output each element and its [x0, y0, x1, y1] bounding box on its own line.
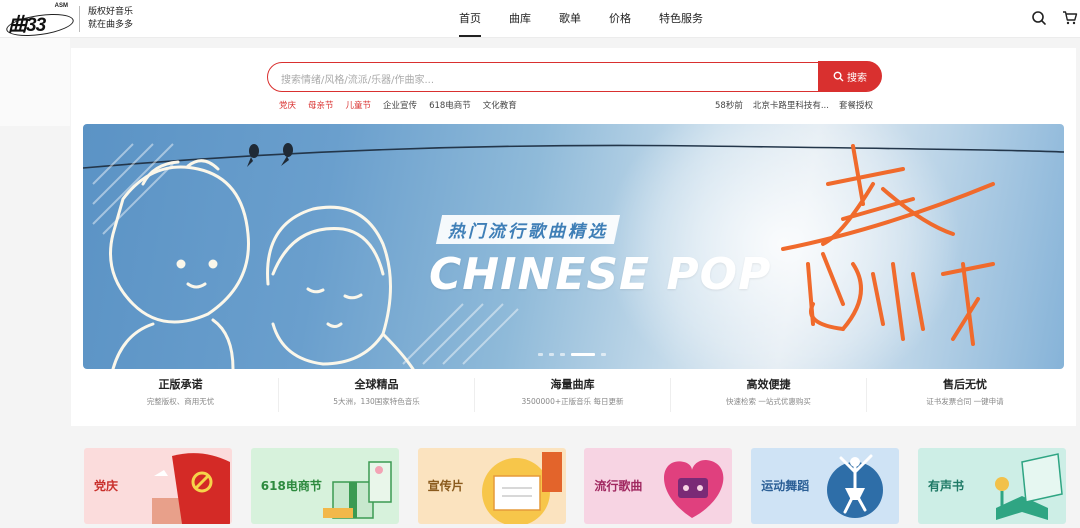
feature-sub: 证书发票合同 一键申请: [926, 397, 1004, 406]
search-button[interactable]: 搜索: [818, 61, 882, 91]
category-card-pop[interactable]: 流行歌曲: [584, 448, 733, 524]
heart-music-icon: [664, 460, 724, 518]
tag-party[interactable]: 党庆: [279, 99, 296, 111]
cart-icon[interactable]: [1062, 10, 1078, 26]
category-card-618[interactable]: 618电商节: [250, 448, 399, 524]
feature-title: 海量曲库: [550, 378, 595, 391]
recent-company: 北京卡路里科技有...: [752, 101, 829, 111]
feature-list: 正版承诺 完整版权、商用无忧 全球精品 5大洲，130国家特色音乐 海量曲库 3…: [83, 378, 1064, 412]
nav-item-services[interactable]: 特色服务: [659, 10, 703, 37]
category-card-party[interactable]: 党庆: [84, 448, 232, 524]
banner-illustration: [83, 143, 1064, 369]
feature-sub: 3500000+正版音乐 每日更新: [521, 397, 624, 406]
tag-618[interactable]: 618电商节: [429, 99, 471, 111]
search-placeholder: 搜索情绪/风格/流派/乐器/作曲家...: [281, 75, 435, 86]
search-button-icon: [833, 71, 844, 81]
main-nav: 首页 曲库 歌单 价格 特色服务: [459, 10, 731, 37]
site-logo[interactable]: ASM 曲33: [4, 3, 76, 40]
video-board-icon: [481, 452, 562, 524]
tag-mothers-day[interactable]: 母亲节: [308, 99, 334, 111]
slogan-line-2: 就在曲多多: [88, 20, 134, 30]
dancer-icon: [827, 454, 884, 518]
slogan-line-1: 版权好音乐: [88, 7, 134, 17]
carousel-dots: [538, 353, 612, 356]
feature-title: 全球精品: [354, 378, 399, 391]
feature-title: 售后无忧: [943, 378, 987, 391]
search-input[interactable]: 搜索情绪/风格/流派/乐器/作曲家... 搜索: [267, 61, 882, 92]
category-label: 党庆: [94, 479, 119, 493]
nav-item-home[interactable]: 首页: [459, 10, 481, 37]
slogan: 版权好音乐 就在曲多多: [79, 6, 133, 32]
category-label: 宣传片: [427, 479, 464, 493]
nav-item-library[interactable]: 曲库: [509, 10, 531, 37]
carousel-dot[interactable]: [538, 353, 543, 356]
hero-banner[interactable]: 热门流行歌曲精选 CHINESE POP: [83, 124, 1064, 369]
banner-title-box: 热门流行歌曲精选: [435, 215, 621, 244]
category-label: 流行歌曲: [594, 479, 643, 493]
main-panel: 搜索情绪/风格/流派/乐器/作曲家... 搜索 党庆 母亲节 儿童节 企业宣传 …: [71, 48, 1076, 426]
carousel-dot[interactable]: [601, 353, 606, 356]
feature-sub: 完整版权、商用无忧: [146, 397, 215, 406]
feature-item: 海量曲库 3500000+正版音乐 每日更新: [475, 378, 671, 412]
feature-item: 高效便捷 快速检索 一站式优惠购买: [671, 378, 867, 412]
logo-mark: 曲33: [8, 15, 46, 36]
tag-childrens-day[interactable]: 儿童节: [346, 99, 372, 111]
left-strip: [0, 38, 70, 126]
book-icon: [994, 453, 1063, 520]
hot-tags: 党庆 母亲节 儿童节 企业宣传 618电商节 文化教育: [279, 99, 529, 111]
feature-sub: 快速检索 一站式优惠购买: [726, 397, 811, 406]
category-label: 618电商节: [260, 479, 322, 493]
tag-corporate[interactable]: 企业宣传: [383, 99, 417, 111]
search-button-label: 搜索: [847, 72, 867, 84]
feature-title: 正版承诺: [158, 378, 203, 391]
category-card-promo[interactable]: 宣传片: [417, 448, 566, 524]
top-header: ASM 曲33 版权好音乐 就在曲多多 首页 曲库 歌单 价格 特色服务: [0, 0, 1080, 40]
flag-icon: [152, 453, 230, 524]
nav-item-pricing[interactable]: 价格: [609, 10, 631, 37]
category-label: 有声书: [927, 479, 964, 493]
nav-item-playlists[interactable]: 歌单: [559, 10, 581, 37]
category-card-dance[interactable]: 运动舞蹈: [751, 448, 900, 524]
feature-sub: 5大洲，130国家特色音乐: [333, 397, 420, 406]
banner-title: 热门流行歌曲精选: [448, 222, 608, 242]
category-label: 运动舞蹈: [761, 479, 810, 493]
tag-education[interactable]: 文化教育: [483, 99, 517, 111]
carousel-dot[interactable]: [549, 353, 554, 356]
feature-item: 正版承诺 完整版权、商用无忧: [83, 378, 279, 412]
recent-time: 58秒前: [715, 101, 743, 111]
feature-item: 全球精品 5大洲，130国家特色音乐: [279, 378, 475, 412]
search-icon[interactable]: [1031, 10, 1047, 26]
recent-plan: 套餐授权: [838, 101, 873, 111]
carousel-dot-active[interactable]: [571, 353, 595, 356]
carousel-dot[interactable]: [560, 353, 565, 356]
recent-purchase: 58秒前 北京卡路里科技有... 套餐授权: [715, 99, 883, 111]
gift-box-icon: [322, 461, 392, 519]
feature-item: 售后无忧 证书发票合同 一键申请: [867, 378, 1063, 412]
feature-title: 高效便捷: [746, 378, 791, 391]
category-card-audiobook[interactable]: 有声书: [917, 448, 1066, 524]
banner-subtitle: CHINESE POP: [429, 249, 772, 300]
category-cards: 党庆 618电商节 宣传片 流行歌曲 运动舞蹈 有声书: [84, 448, 1080, 524]
logo-asm-text: ASM: [54, 3, 68, 9]
